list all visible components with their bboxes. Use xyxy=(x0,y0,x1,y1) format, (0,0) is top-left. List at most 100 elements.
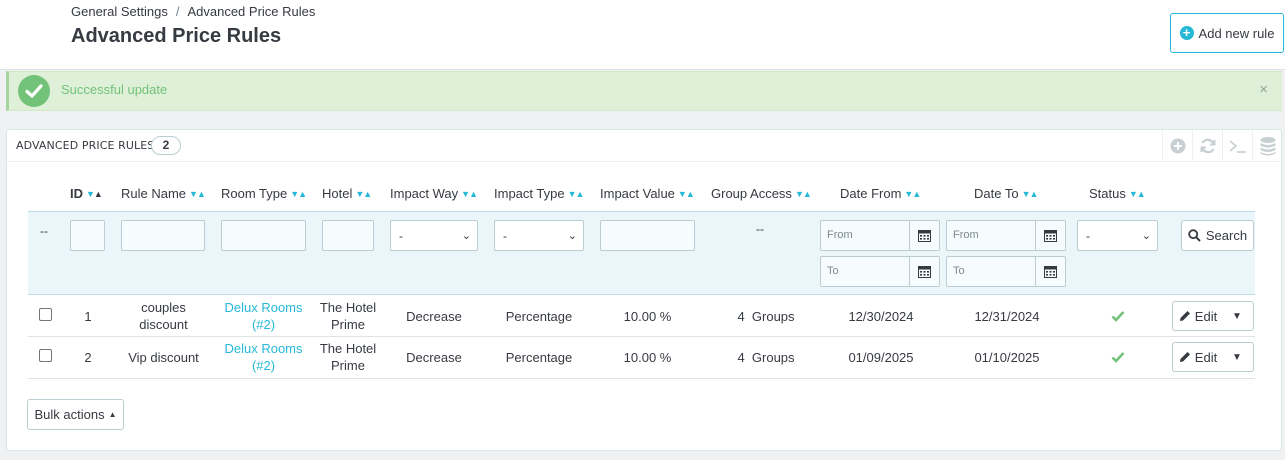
plus-circle-icon: + xyxy=(1179,26,1194,40)
caret-down-icon[interactable]: ▼ xyxy=(1223,302,1251,330)
pencil-icon xyxy=(1179,352,1190,362)
filter-rule-name-input[interactable] xyxy=(121,220,205,251)
filter-date-from-end[interactable]: To xyxy=(820,256,940,287)
sort-icon[interactable]: ▼▲ xyxy=(461,189,478,199)
sort-icon[interactable]: ▼▲ xyxy=(290,189,307,199)
row-actions: Edit ▼ xyxy=(1172,301,1254,331)
check-circle-icon xyxy=(18,75,50,107)
row-checkbox[interactable] xyxy=(39,349,52,362)
sort-icon[interactable]: ▼▲ xyxy=(795,189,812,199)
row-room-type-link[interactable]: Delux Rooms (#2) xyxy=(221,299,306,333)
row-actions: Edit ▼ xyxy=(1172,342,1254,372)
filter-date-from-start[interactable]: From xyxy=(820,220,940,251)
filter-group-access-dashes: -- xyxy=(756,222,764,236)
add-tool-button[interactable] xyxy=(1162,130,1192,162)
column-header-status[interactable]: Status ▼▲ xyxy=(1089,186,1146,201)
row-date-to: 01/10/2025 xyxy=(974,350,1040,365)
page-title: Advanced Price Rules xyxy=(71,25,282,47)
filter-hotel-input[interactable] xyxy=(322,220,374,251)
export-tool-button[interactable] xyxy=(1252,130,1282,162)
alert-message: Successful update xyxy=(61,82,168,97)
row-room-type-link[interactable]: Delux Rooms (#2) xyxy=(221,340,306,374)
row-rule-name: couples discount xyxy=(139,300,188,332)
database-icon xyxy=(1260,137,1275,156)
row-impact-value: 10.00 % xyxy=(623,309,672,324)
sort-icon[interactable]: ▼▲ xyxy=(904,189,921,199)
table-row: 2 Vip discount Delux Rooms (#2) The Hote… xyxy=(28,337,1255,379)
column-header-id[interactable]: ID ▼▲ xyxy=(70,186,103,201)
filter-placeholder-dashes: -- xyxy=(40,224,48,238)
refresh-tool-button[interactable] xyxy=(1192,130,1222,162)
success-alert: Successful update × xyxy=(6,71,1282,111)
caret-down-icon: ⌄ xyxy=(461,230,471,242)
row-id: 1 xyxy=(84,309,92,324)
row-impact-type: Percentage xyxy=(505,350,573,365)
row-impact-way: Decrease xyxy=(406,350,462,365)
bulk-actions-button[interactable]: Bulk actions ▲ xyxy=(27,399,124,430)
sort-icon[interactable]: ▼▲ xyxy=(678,189,695,199)
filter-impact-value-input[interactable] xyxy=(600,220,695,251)
column-header-date-from[interactable]: Date From ▼▲ xyxy=(840,186,921,201)
column-header-rule-name[interactable]: Rule Name ▼▲ xyxy=(121,186,206,201)
row-date-from: 01/09/2025 xyxy=(848,350,914,365)
column-header-group-access[interactable]: Group Access ▼▲ xyxy=(711,186,812,201)
calendar-icon[interactable] xyxy=(1035,221,1065,250)
count-badge: 2 xyxy=(151,136,181,155)
calendar-icon[interactable] xyxy=(1035,257,1065,286)
add-new-rule-label: Add new rule xyxy=(1198,25,1275,41)
pencil-icon xyxy=(1179,311,1190,321)
filter-row: -- - ⌄ - ⌄ -- From To From To - ⌄ Search xyxy=(28,211,1255,295)
column-header-hotel[interactable]: Hotel ▼▲ xyxy=(322,186,372,201)
caret-down-icon[interactable]: ▼ xyxy=(1223,343,1251,371)
checkmark-icon xyxy=(1111,352,1125,363)
filter-room-type-input[interactable] xyxy=(221,220,306,251)
breadcrumb: General Settings / Advanced Price Rules xyxy=(71,4,315,19)
filter-status-select[interactable]: - ⌄ xyxy=(1077,220,1158,251)
checkmark-icon xyxy=(1111,311,1125,322)
status-enabled-icon[interactable] xyxy=(1110,350,1126,367)
plus-circle-icon xyxy=(1170,138,1185,154)
edit-button[interactable]: Edit xyxy=(1173,302,1223,330)
row-date-to: 12/31/2024 xyxy=(974,309,1040,324)
row-checkbox[interactable] xyxy=(39,308,52,321)
row-id: 2 xyxy=(84,350,92,365)
filter-date-to-start[interactable]: From xyxy=(946,220,1066,251)
filter-id-input[interactable] xyxy=(70,220,105,251)
search-icon xyxy=(1188,229,1201,242)
row-impact-type: Percentage xyxy=(505,309,573,324)
column-header-impact-value[interactable]: Impact Value ▼▲ xyxy=(600,186,695,201)
row-group-access: 4 Groups xyxy=(737,350,795,365)
column-header-room-type[interactable]: Room Type ▼▲ xyxy=(221,186,307,201)
caret-down-icon: ⌄ xyxy=(1141,230,1151,242)
sort-icon[interactable]: ▼▲ xyxy=(189,189,206,199)
row-date-from: 12/30/2024 xyxy=(848,309,914,324)
sort-icon[interactable]: ▼▲ xyxy=(1022,189,1039,199)
edit-button[interactable]: Edit xyxy=(1173,343,1223,371)
sort-icon[interactable]: ▼▲ xyxy=(355,189,372,199)
sort-icon[interactable]: ▼▲ xyxy=(568,189,585,199)
filter-date-to-end[interactable]: To xyxy=(946,256,1066,287)
column-header-date-to[interactable]: Date To ▼▲ xyxy=(974,186,1039,201)
calendar-icon[interactable] xyxy=(909,221,939,250)
page-header: General Settings / Advanced Price Rules Ad… xyxy=(0,0,1285,70)
row-group-access: 4 Groups xyxy=(737,309,795,324)
close-icon[interactable]: × xyxy=(1259,81,1268,98)
row-impact-value: 10.00 % xyxy=(623,350,672,365)
caret-up-icon: ▲ xyxy=(108,410,117,419)
row-impact-way: Decrease xyxy=(406,309,462,324)
add-new-rule-button[interactable]: + Add new rule xyxy=(1170,13,1284,53)
column-header-impact-way[interactable]: Impact Way ▼▲ xyxy=(390,186,478,201)
sql-tool-button[interactable] xyxy=(1222,130,1252,162)
table-row: 1 couples discount Delux Rooms (#2) The … xyxy=(28,295,1255,337)
search-button[interactable]: Search xyxy=(1181,220,1254,251)
sort-icon[interactable]: ▼▲ xyxy=(86,189,103,199)
column-header-impact-type[interactable]: Impact Type ▼▲ xyxy=(494,186,585,201)
calendar-icon[interactable] xyxy=(909,257,939,286)
filter-impact-type-select[interactable]: - ⌄ xyxy=(494,220,584,251)
sort-icon[interactable]: ▼▲ xyxy=(1129,189,1146,199)
filter-impact-way-select[interactable]: - ⌄ xyxy=(390,220,478,251)
breadcrumb-current[interactable]: Advanced Price Rules xyxy=(187,4,315,19)
panel-title: ADVANCED PRICE RULES xyxy=(16,139,155,152)
breadcrumb-parent[interactable]: General Settings xyxy=(71,4,168,19)
status-enabled-icon[interactable] xyxy=(1110,309,1126,326)
